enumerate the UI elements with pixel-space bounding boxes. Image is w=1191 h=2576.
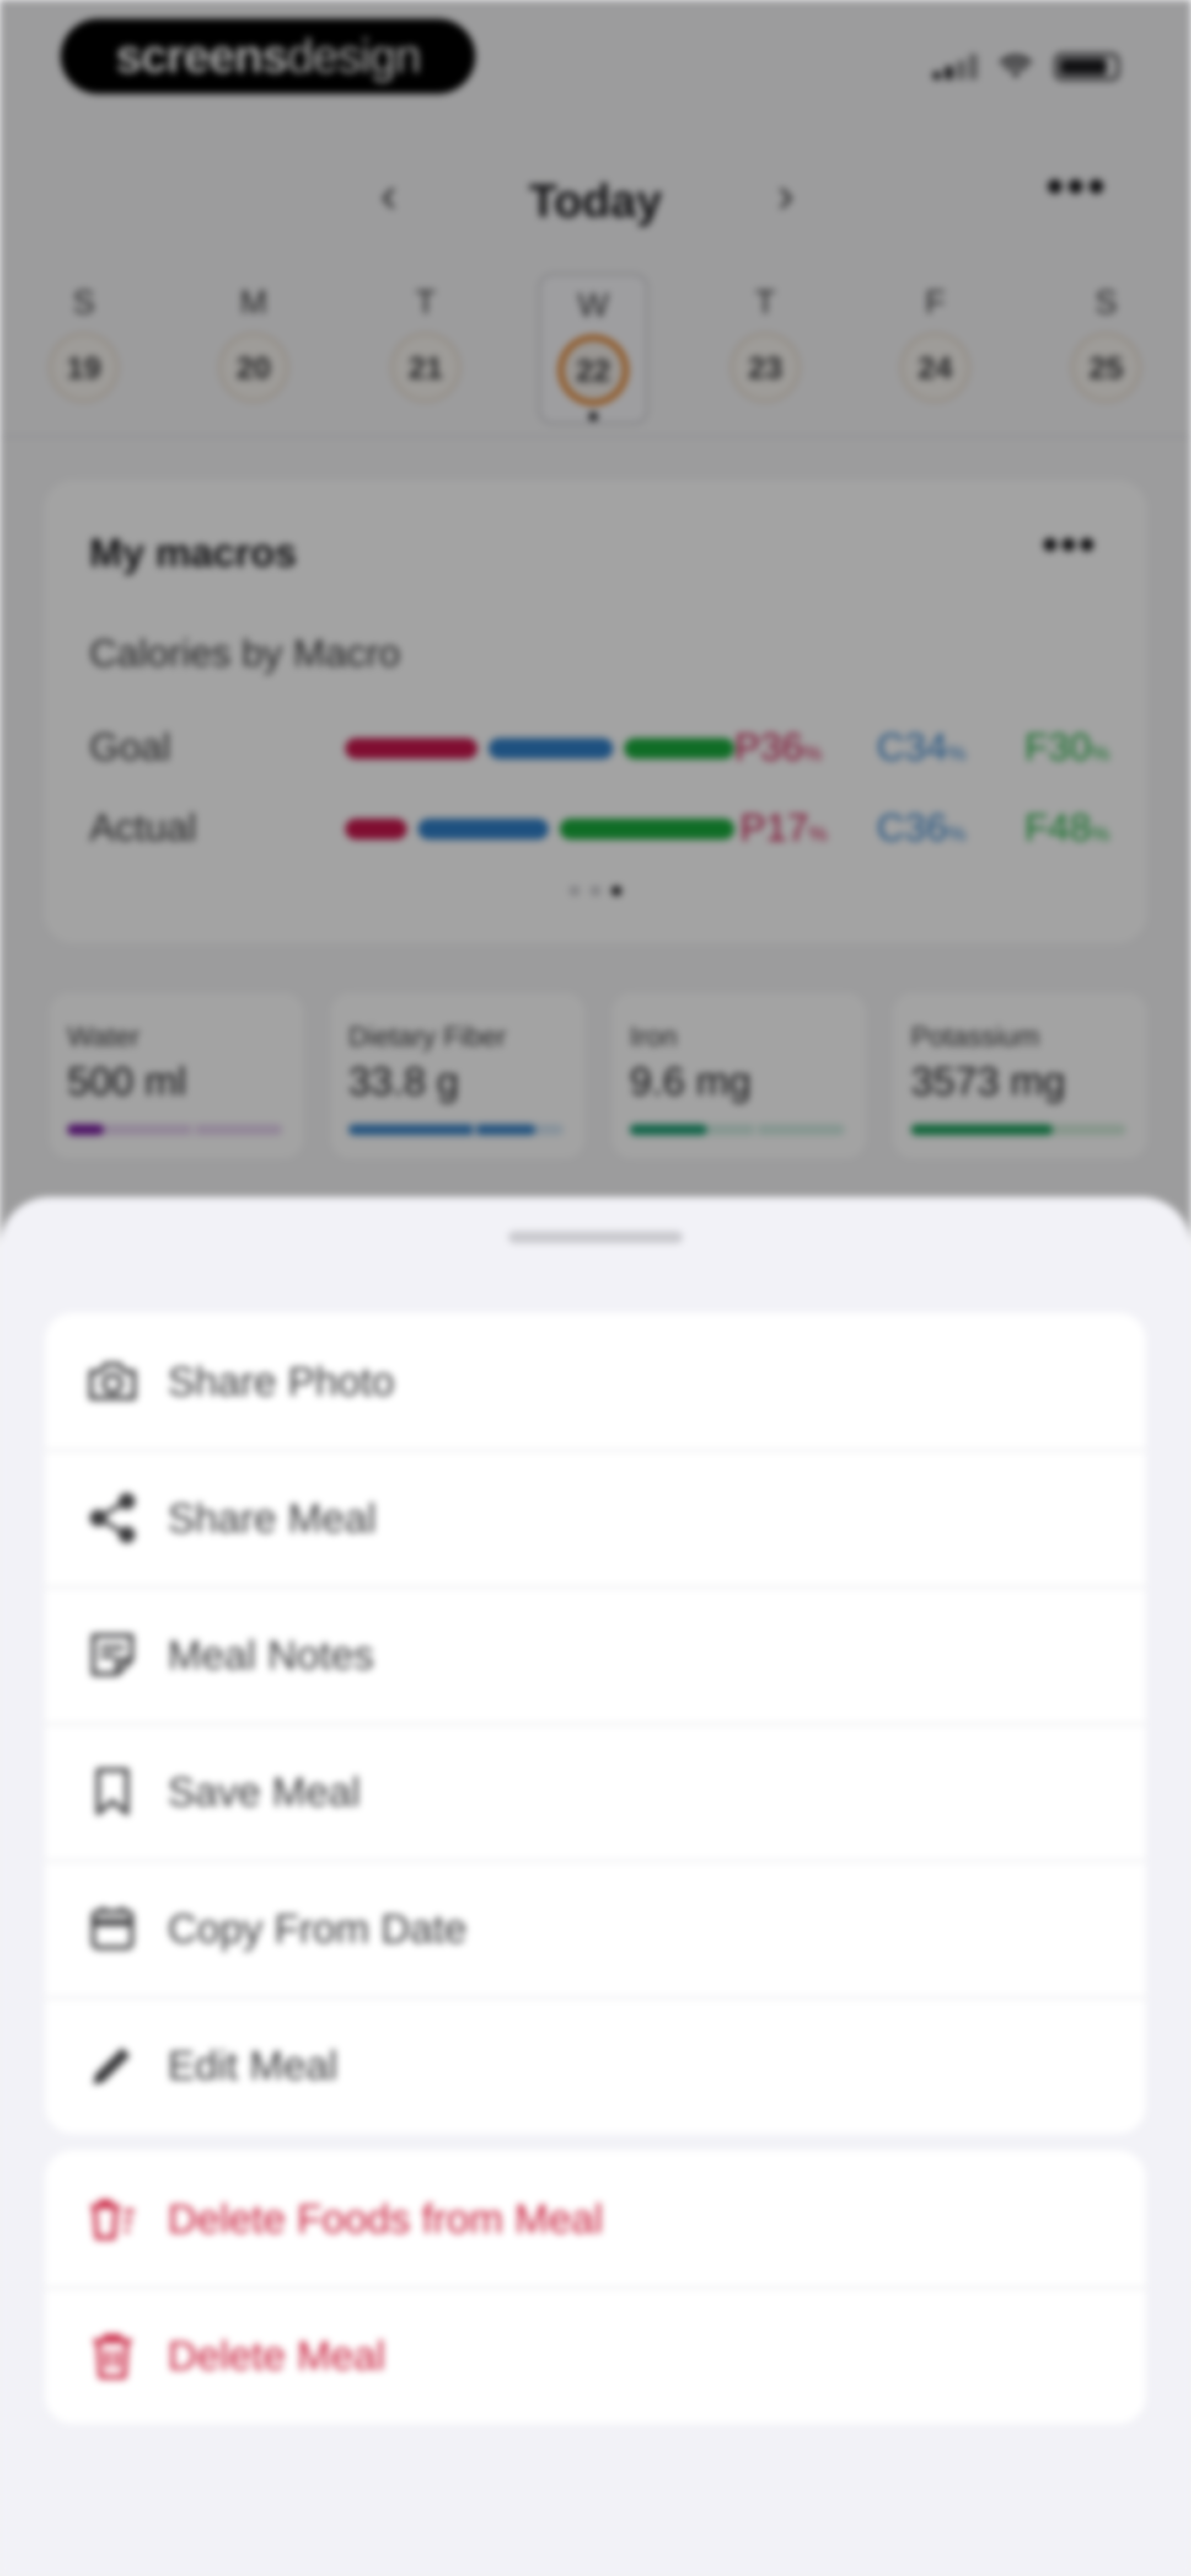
save-meal-button[interactable]: Save Meal	[45, 1723, 1146, 1860]
action-label: Meal Notes	[168, 1632, 374, 1678]
bookmark-icon	[84, 1763, 141, 1820]
action-label: Share Meal	[168, 1495, 377, 1541]
delete-foods-from-meal-button[interactable]: Delete Foods from Meal	[45, 2150, 1146, 2287]
camera-icon	[84, 1353, 141, 1410]
destructive-actions-group: Delete Foods from Meal Delete Meal	[45, 2150, 1146, 2424]
calendar-icon	[84, 1900, 141, 1957]
share-icon	[84, 1489, 141, 1547]
trash-icon	[84, 2327, 141, 2384]
delete-meal-button[interactable]: Delete Meal	[45, 2287, 1146, 2424]
action-label: Delete Foods from Meal	[168, 2195, 603, 2242]
trash-multiple-icon	[84, 2190, 141, 2247]
action-label: Edit Meal	[168, 2042, 338, 2088]
share-photo-button[interactable]: Share Photo	[45, 1313, 1146, 1450]
meal-actions-group: Share Photo Share Meal Meal Notes Save M…	[45, 1313, 1146, 2134]
share-meal-button[interactable]: Share Meal	[45, 1450, 1146, 1586]
meal-actions-sheet: Share Photo Share Meal Meal Notes Save M…	[0, 1197, 1191, 2576]
pencil-icon	[84, 2037, 141, 2094]
meal-notes-button[interactable]: Meal Notes	[45, 1586, 1146, 1723]
action-label: Save Meal	[168, 1768, 361, 1815]
action-label: Share Photo	[168, 1358, 395, 1404]
sheet-grabber[interactable]	[508, 1231, 683, 1243]
edit-meal-button[interactable]: Edit Meal	[45, 1997, 1146, 2134]
action-label: Delete Meal	[168, 2332, 385, 2379]
notes-icon	[84, 1626, 141, 1684]
action-label: Copy From Date	[168, 1905, 467, 1952]
copy-from-date-button[interactable]: Copy From Date	[45, 1860, 1146, 1997]
